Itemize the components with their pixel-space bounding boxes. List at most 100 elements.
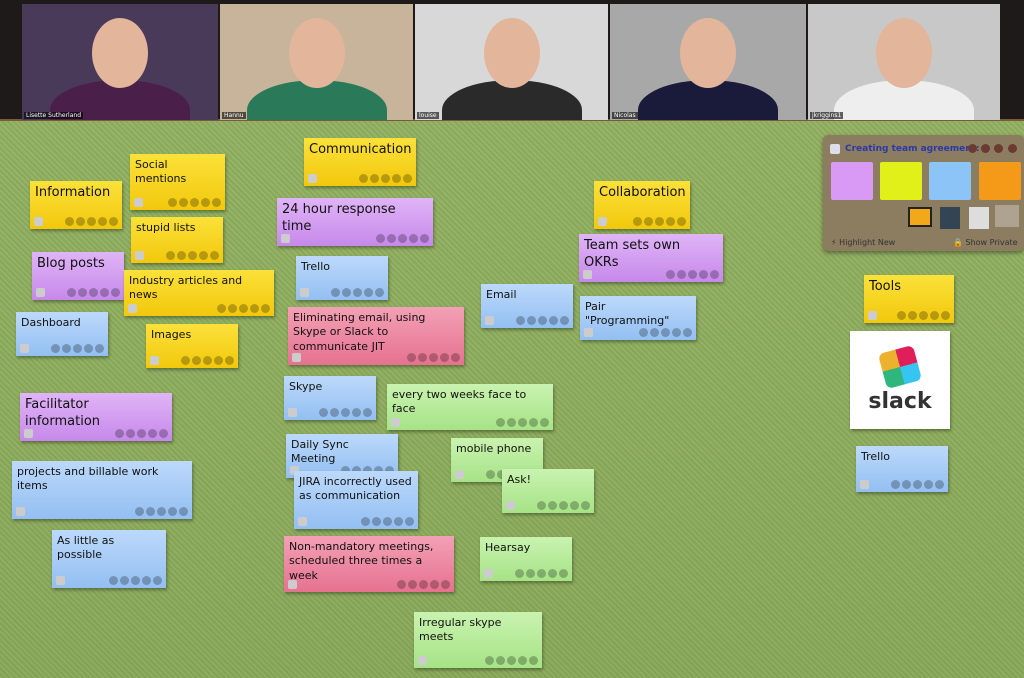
edit-icon[interactable] xyxy=(639,328,648,337)
info-icon[interactable] xyxy=(655,217,664,226)
download-icon[interactable] xyxy=(440,353,449,362)
edit-icon[interactable] xyxy=(319,408,328,417)
edit-icon[interactable] xyxy=(51,344,60,353)
download-icon[interactable] xyxy=(409,234,418,243)
sticky-note[interactable]: Blog posts xyxy=(32,252,124,300)
info-icon[interactable] xyxy=(429,353,438,362)
sticky-note[interactable]: Irregular skype meets xyxy=(414,612,542,668)
yellow-sticky-pad[interactable] xyxy=(880,162,922,200)
check-icon[interactable] xyxy=(560,316,569,325)
info-icon[interactable] xyxy=(913,480,922,489)
calendar-icon[interactable] xyxy=(228,304,237,313)
calendar-icon[interactable] xyxy=(179,198,188,207)
calendar-icon[interactable] xyxy=(644,217,653,226)
orange-sticky-pad[interactable] xyxy=(979,162,1021,200)
sticky-note[interactable]: Eliminating email, using Skype or Slack … xyxy=(288,307,464,365)
download-icon[interactable] xyxy=(100,288,109,297)
sticky-note[interactable]: Ask! xyxy=(502,469,594,513)
video-tile[interactable]: jkriggins1 xyxy=(808,4,1000,120)
calendar-icon[interactable] xyxy=(62,344,71,353)
download-icon[interactable] xyxy=(699,270,708,279)
edit-icon[interactable] xyxy=(397,580,406,589)
download-icon[interactable] xyxy=(98,217,107,226)
sticky-note[interactable]: Hearsay xyxy=(480,537,572,581)
download-icon[interactable] xyxy=(430,580,439,589)
sticky-note[interactable]: Tools xyxy=(864,275,954,323)
sticky-note[interactable]: Trello xyxy=(296,256,388,300)
edit-icon[interactable] xyxy=(168,198,177,207)
sticky-note[interactable]: Pair "Programming" xyxy=(580,296,696,340)
calendar-icon[interactable] xyxy=(902,480,911,489)
check-icon[interactable] xyxy=(159,429,168,438)
power-icon[interactable] xyxy=(1008,144,1017,153)
edit-icon[interactable] xyxy=(515,569,524,578)
edit-icon[interactable] xyxy=(376,234,385,243)
check-icon[interactable] xyxy=(420,234,429,243)
show-private-button[interactable]: 🔒 Show Private xyxy=(953,238,1018,247)
check-icon[interactable] xyxy=(210,251,219,260)
edit-icon[interactable] xyxy=(65,217,74,226)
image-upload-icon[interactable] xyxy=(908,207,932,227)
sticky-note[interactable]: Dashboard xyxy=(16,312,108,356)
edit-icon[interactable] xyxy=(166,251,175,260)
video-upload-icon[interactable] xyxy=(940,207,960,229)
check-icon[interactable] xyxy=(109,217,118,226)
check-icon[interactable] xyxy=(405,517,414,526)
download-icon[interactable] xyxy=(392,174,401,183)
download-icon[interactable] xyxy=(199,251,208,260)
check-icon[interactable] xyxy=(529,656,538,665)
video-tile[interactable]: Lisette Sutherland xyxy=(22,4,218,120)
edit-icon[interactable] xyxy=(115,429,124,438)
edit-icon[interactable] xyxy=(407,353,416,362)
calendar-icon[interactable] xyxy=(526,569,535,578)
info-icon[interactable] xyxy=(381,174,390,183)
info-icon[interactable] xyxy=(341,408,350,417)
calendar-icon[interactable] xyxy=(342,288,351,297)
check-icon[interactable] xyxy=(375,288,384,297)
download-icon[interactable] xyxy=(549,316,558,325)
edit-icon[interactable] xyxy=(109,576,118,585)
edit-icon[interactable] xyxy=(537,501,546,510)
sticky-note[interactable]: Industry articles and news xyxy=(124,270,274,316)
download-icon[interactable] xyxy=(201,198,210,207)
download-icon[interactable] xyxy=(394,517,403,526)
check-icon[interactable] xyxy=(941,311,950,320)
edit-icon[interactable] xyxy=(359,174,368,183)
edit-icon[interactable] xyxy=(666,270,675,279)
sticky-note[interactable]: Images xyxy=(146,324,238,368)
calendar-icon[interactable] xyxy=(330,408,339,417)
calendar-icon[interactable] xyxy=(677,270,686,279)
edit-icon[interactable] xyxy=(486,470,495,479)
calendar-icon[interactable] xyxy=(120,576,129,585)
video-tile[interactable]: Hannu xyxy=(220,4,413,120)
download-icon[interactable] xyxy=(930,311,939,320)
video-tile[interactable]: Nicolas xyxy=(610,4,806,120)
calendar-icon[interactable] xyxy=(548,501,557,510)
download-icon[interactable] xyxy=(142,576,151,585)
calendar-icon[interactable] xyxy=(372,517,381,526)
check-icon[interactable] xyxy=(111,288,120,297)
info-icon[interactable] xyxy=(538,316,547,325)
info-icon[interactable] xyxy=(190,198,199,207)
download-icon[interactable] xyxy=(168,507,177,516)
download-icon[interactable] xyxy=(666,217,675,226)
check-icon[interactable] xyxy=(683,328,692,337)
info-icon[interactable] xyxy=(87,217,96,226)
info-icon[interactable] xyxy=(131,576,140,585)
calendar-icon[interactable] xyxy=(496,656,505,665)
calendar-icon[interactable] xyxy=(370,174,379,183)
check-icon[interactable] xyxy=(581,501,590,510)
sticky-note[interactable]: Email xyxy=(481,284,573,328)
info-icon[interactable] xyxy=(661,328,670,337)
edit-icon[interactable] xyxy=(496,418,505,427)
sticky-note[interactable]: Collaboration xyxy=(594,181,690,229)
check-icon[interactable] xyxy=(710,270,719,279)
info-icon[interactable] xyxy=(89,288,98,297)
check-icon[interactable] xyxy=(153,576,162,585)
sticky-note[interactable]: Trello xyxy=(856,446,948,492)
check-icon[interactable] xyxy=(540,418,549,427)
check-icon[interactable] xyxy=(363,408,372,417)
highlight-new-button[interactable]: ⚡ Highlight New xyxy=(831,238,895,247)
calendar-icon[interactable] xyxy=(146,507,155,516)
check-icon[interactable] xyxy=(441,580,450,589)
